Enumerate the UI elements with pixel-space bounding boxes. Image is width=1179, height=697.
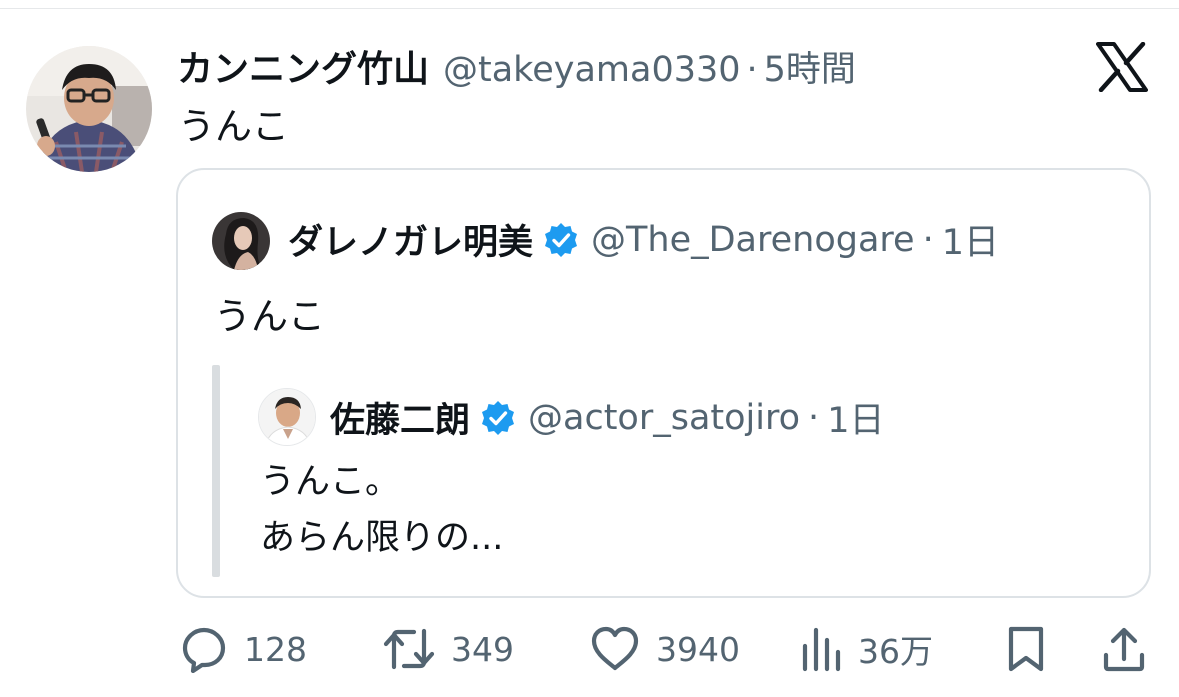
- author-handle[interactable]: @takeyama0330: [443, 50, 741, 90]
- retweet-button[interactable]: 349: [383, 618, 514, 680]
- quoted-author-avatar[interactable]: [212, 212, 270, 270]
- author-name[interactable]: カンニング竹山: [177, 40, 429, 92]
- nested-author-handle[interactable]: @actor_satojiro: [528, 398, 800, 438]
- bookmark-button[interactable]: [1007, 618, 1045, 680]
- separator-dot: ·: [922, 219, 934, 260]
- action-bar: 128 349 3940 36万: [0, 618, 1179, 680]
- nested-quote-bar: [212, 365, 220, 577]
- quoted-tweet-card[interactable]: ダレノガレ明美 @The_Darenogare · 1日 うんこ 佐藤二朗 @a…: [176, 168, 1151, 598]
- author-avatar[interactable]: [26, 46, 152, 172]
- reply-button[interactable]: 128: [180, 618, 307, 680]
- nested-author-name[interactable]: 佐藤二朗: [330, 392, 470, 443]
- nested-tweet-timestamp[interactable]: 1日: [827, 392, 884, 443]
- separator-dot: ·: [808, 397, 820, 438]
- verified-badge-icon: [482, 400, 515, 435]
- like-button[interactable]: 3940: [590, 618, 740, 680]
- retweet-icon: [383, 628, 435, 670]
- share-icon: [1103, 627, 1145, 672]
- top-divider: [0, 8, 1179, 9]
- quoted-author-name[interactable]: ダレノガレ明美: [288, 214, 533, 265]
- tweet-timestamp[interactable]: 5時間: [764, 41, 856, 92]
- separator-dot: ·: [746, 50, 758, 90]
- views-button[interactable]: 36万: [800, 618, 933, 680]
- reply-count: 128: [244, 629, 307, 669]
- quoted-tweet-header: ダレノガレ明美 @The_Darenogare · 1日: [288, 214, 999, 265]
- verified-badge-icon: [545, 222, 578, 257]
- quoted-author-handle[interactable]: @The_Darenogare: [591, 220, 915, 260]
- quoted-tweet-text: うんこ: [214, 295, 325, 338]
- quoted-tweet-timestamp[interactable]: 1日: [942, 214, 999, 265]
- retweet-count: 349: [451, 629, 514, 669]
- nested-author-avatar[interactable]: [258, 388, 316, 446]
- nested-tweet-header: 佐藤二朗 @actor_satojiro · 1日: [330, 392, 884, 443]
- views-count: 36万: [858, 632, 933, 671]
- nested-tweet-line-2: あらん限りの...: [260, 518, 504, 558]
- tweet-text: うんこ: [178, 105, 289, 148]
- x-logo-icon[interactable]: [1096, 41, 1148, 93]
- share-button[interactable]: [1101, 618, 1147, 680]
- views-bar-chart-icon: [802, 627, 841, 672]
- tweet-header: カンニング竹山 @takeyama0330 · 5時間: [177, 40, 856, 90]
- heart-icon: [591, 626, 639, 671]
- bookmark-icon: [1008, 626, 1044, 672]
- reply-icon: [182, 627, 226, 673]
- like-count: 3940: [656, 629, 740, 669]
- nested-tweet-text: うんこ。 あらん限りの...: [260, 454, 503, 566]
- nested-tweet-line-1: うんこ。: [260, 462, 401, 502]
